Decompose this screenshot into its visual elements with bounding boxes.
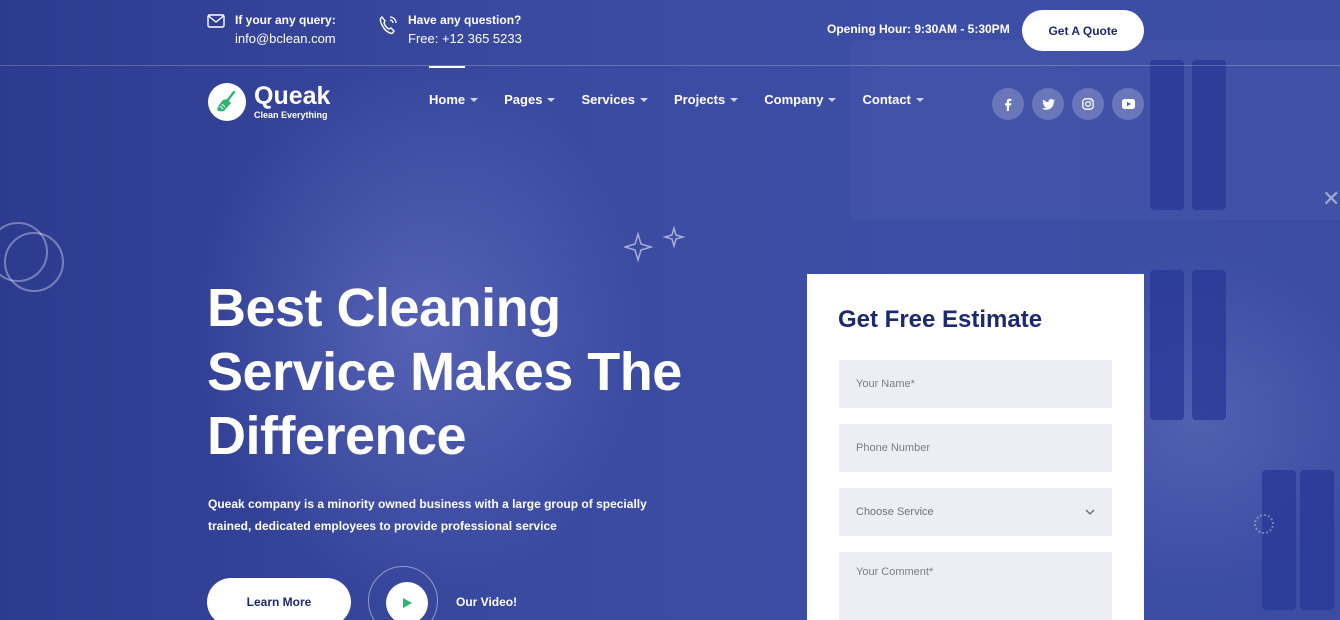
- topbar-phone: Have any question? Free: +12 365 5233: [378, 12, 522, 50]
- get-quote-button[interactable]: Get A Quote: [1022, 10, 1144, 51]
- topbar-email: If your any query: info@bclean.com: [207, 12, 336, 50]
- caret-down-icon: [828, 97, 837, 102]
- nav-item-projects[interactable]: Projects: [673, 92, 739, 107]
- hero-subtext: Queak company is a minority owned busine…: [208, 493, 668, 537]
- decor-cross-icon: ✕: [1322, 186, 1340, 211]
- nav-item-label: Home: [429, 92, 466, 107]
- phone-icon: [379, 16, 397, 35]
- topbar: If your any query: info@bclean.com Have …: [0, 0, 1340, 66]
- background-binder: [1300, 470, 1334, 610]
- chevron-down-icon: [1085, 509, 1095, 515]
- nav-item-label: Contact: [862, 92, 911, 107]
- background-binder: [1262, 470, 1296, 610]
- nav-item-pages[interactable]: Pages: [504, 92, 556, 107]
- comment-field[interactable]: [839, 552, 1112, 620]
- phone-link[interactable]: Free: +12 365 5233: [408, 28, 522, 50]
- caret-down-icon: [470, 97, 479, 102]
- headline-line: Best Cleaning: [207, 278, 561, 338]
- decor-dotted-circle: [1254, 514, 1274, 534]
- headline-line: Difference: [207, 406, 467, 466]
- brand-tagline: Clean Everything: [254, 110, 328, 120]
- social-links: [992, 88, 1144, 120]
- service-select[interactable]: Choose Service: [839, 488, 1112, 536]
- background-shelf: [850, 40, 1340, 220]
- play-icon: [403, 598, 412, 608]
- subtext-line: trained, dedicated employees to provide …: [208, 519, 557, 533]
- nav-item-home[interactable]: Home: [429, 92, 479, 107]
- hero-headline: Best Cleaning Service Makes The Differen…: [207, 276, 767, 468]
- email-label: If your any query:: [235, 13, 336, 27]
- caret-down-icon: [639, 97, 648, 102]
- brand-logo[interactable]: Queak Clean Everything: [208, 83, 330, 121]
- phone-field[interactable]: [839, 424, 1112, 472]
- nav-item-label: Company: [764, 92, 824, 107]
- play-video-button[interactable]: [386, 582, 428, 620]
- caret-down-icon: [915, 97, 924, 102]
- name-field[interactable]: [839, 360, 1112, 408]
- nav-item-contact[interactable]: Contact: [862, 92, 924, 107]
- caret-down-icon: [730, 97, 739, 102]
- broom-icon: [217, 90, 236, 112]
- headline-line: Service Makes The: [207, 342, 682, 402]
- decor-circle: [4, 232, 64, 292]
- brand-name: Queak: [254, 82, 331, 110]
- nav-item-label: Projects: [673, 92, 726, 107]
- background-binder: [1192, 270, 1226, 420]
- learn-more-button[interactable]: Learn More: [207, 578, 351, 620]
- opening-hours: Opening Hour: 9:30AM - 5:30PM: [827, 22, 1010, 36]
- facebook-icon[interactable]: [992, 88, 1024, 120]
- subtext-line: Queak company is a minority owned busine…: [208, 497, 647, 511]
- youtube-icon[interactable]: [1112, 88, 1144, 120]
- nav-item-company[interactable]: Company: [764, 92, 837, 107]
- nav-active-indicator: [429, 66, 465, 68]
- service-select-value: Choose Service: [856, 506, 934, 518]
- logo-badge: [208, 83, 246, 121]
- hero-section: ✕ If your any query: info@bclean.com Hav…: [0, 0, 1340, 620]
- email-link[interactable]: info@bclean.com: [235, 28, 336, 50]
- phone-label: Have any question?: [408, 13, 522, 27]
- main-nav: Home Pages Services Projects Company Con…: [429, 92, 924, 107]
- caret-down-icon: [547, 97, 556, 102]
- estimate-form: Get Free Estimate Choose Service: [807, 274, 1144, 620]
- background-binder: [1150, 270, 1184, 420]
- sparkle-icon: [624, 226, 686, 263]
- nav-item-label: Pages: [504, 92, 543, 107]
- background-binder: [1150, 60, 1184, 210]
- form-title: Get Free Estimate: [838, 306, 1043, 333]
- video-label: Our Video!: [456, 595, 518, 609]
- background-binder: [1192, 60, 1226, 210]
- nav-item-label: Services: [581, 92, 635, 107]
- mail-icon: [207, 14, 225, 28]
- instagram-icon[interactable]: [1072, 88, 1104, 120]
- nav-item-services[interactable]: Services: [581, 92, 648, 107]
- twitter-icon[interactable]: [1032, 88, 1064, 120]
